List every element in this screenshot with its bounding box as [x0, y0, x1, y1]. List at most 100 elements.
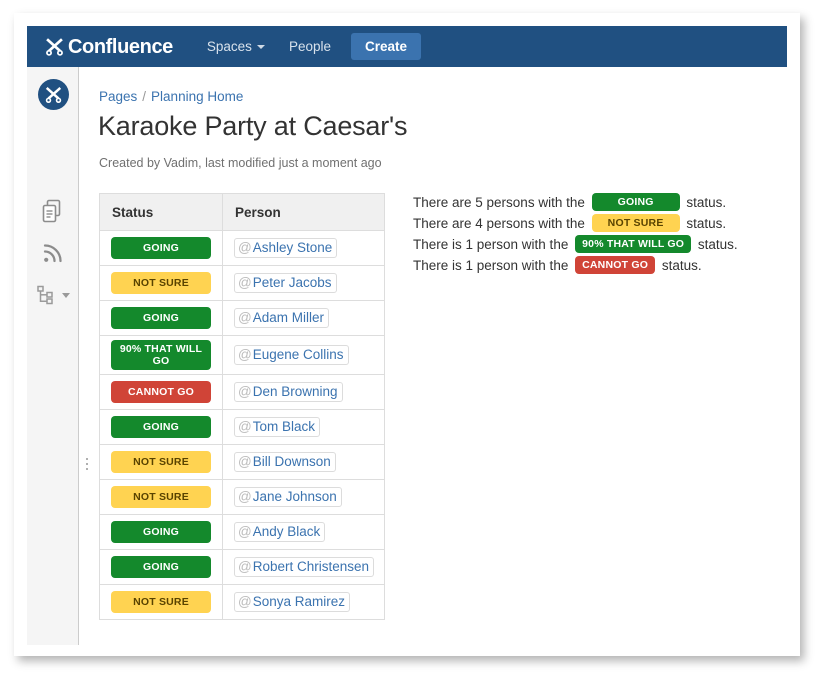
cell-status: NOT SURE	[99, 479, 223, 516]
status-table-wrapper: Status Person GOING @Ashley Stone NOT SURE…	[99, 193, 385, 621]
user-mention-name: Sonya Ramirez	[252, 594, 346, 610]
summary-prefix: There is 1 person with the	[413, 237, 569, 252]
cell-status: NOT SURE	[99, 444, 223, 481]
page-title: Karaoke Party at Caesar's	[98, 111, 408, 141]
top-navigation-bar: Confluence Spaces People Create	[27, 26, 787, 67]
breadcrumb-item-planning-home[interactable]: Planning Home	[151, 89, 243, 104]
cell-status: NOT SURE	[99, 265, 223, 301]
summary-suffix: status.	[686, 195, 727, 210]
cell-person: @Jane Johnson	[222, 479, 385, 516]
user-mention-name: Adam Miller	[252, 310, 324, 325]
cell-status: GOING	[99, 514, 223, 551]
user-mention-name: Peter Jacobs	[252, 275, 332, 290]
user-mention[interactable]: @Bill Downson	[234, 452, 336, 473]
table-row: 90% THAT WILL GO @Eugene Collins	[99, 334, 385, 376]
cell-status: GOING	[99, 300, 223, 336]
column-header-person: Person	[222, 193, 385, 231]
cell-status: GOING	[99, 409, 223, 446]
drag-dot	[86, 463, 88, 465]
sidebar-item-pages[interactable]	[27, 199, 79, 224]
cell-person: @Robert Christensen	[222, 549, 385, 586]
summary-suffix: status.	[686, 216, 727, 231]
summary-status-badge[interactable]: CANNOT GO	[575, 256, 656, 275]
nav-item-people[interactable]: People	[277, 26, 343, 67]
user-mention[interactable]: @Jane Johnson	[234, 487, 342, 508]
nav-item-spaces-label: Spaces	[206, 39, 252, 54]
user-mention[interactable]: @Den Browning	[234, 382, 343, 403]
user-mention[interactable]: @Tom Black	[234, 417, 320, 438]
status-badge[interactable]: 90% THAT WILL GO	[111, 340, 211, 371]
summary-prefix: There are 4 persons with the	[413, 216, 585, 231]
at-symbol-icon: @	[238, 240, 252, 255]
cell-person: @Eugene Collins	[222, 334, 385, 376]
nav-item-spaces[interactable]: Spaces	[195, 26, 277, 67]
at-symbol-icon: @	[238, 347, 252, 363]
at-symbol-icon: @	[238, 275, 252, 290]
status-badge[interactable]: NOT SURE	[111, 591, 211, 614]
at-symbol-icon: @	[238, 310, 252, 325]
status-badge[interactable]: NOT SURE	[111, 271, 211, 295]
confluence-logo-icon	[46, 38, 63, 56]
status-badge[interactable]: GOING	[111, 236, 211, 260]
breadcrumb: Pages / Planning Home	[99, 89, 243, 104]
table-body: GOING @Ashley Stone NOT SURE @Peter Jacobs G…	[99, 230, 385, 621]
summary-status-badge[interactable]: NOT SURE	[591, 214, 680, 233]
status-badge[interactable]: NOT SURE	[111, 451, 211, 474]
summary-suffix: status.	[697, 237, 738, 252]
status-badge[interactable]: NOT SURE	[111, 486, 211, 509]
user-mention[interactable]: @Adam Miller	[234, 308, 329, 328]
at-symbol-icon: @	[238, 524, 252, 540]
summary-suffix: status.	[661, 258, 702, 273]
table-row: GOING @Robert Christensen	[99, 549, 385, 586]
status-badge[interactable]: GOING	[111, 416, 211, 439]
cell-status: GOING	[99, 549, 223, 586]
cell-status: NOT SURE	[99, 584, 223, 621]
cell-status: CANNOT GO	[99, 374, 223, 411]
sidebar-item-feed[interactable]	[27, 242, 79, 264]
page-metadata: Created by Vadim, last modified just a m…	[99, 156, 382, 170]
summary-line: There is 1 person with the CANNOT GO sta…	[413, 256, 773, 276]
table-row: NOT SURE @Peter Jacobs	[99, 265, 385, 301]
status-badge[interactable]: CANNOT GO	[111, 381, 211, 404]
breadcrumb-item-pages[interactable]: Pages	[99, 89, 137, 104]
drag-dot	[86, 458, 88, 460]
user-mention-name: Eugene Collins	[252, 347, 344, 363]
create-button[interactable]: Create	[350, 33, 422, 60]
summary-line: There are 5 persons with the GOING statu…	[413, 193, 773, 213]
status-badge[interactable]: GOING	[111, 306, 211, 330]
at-symbol-icon: @	[238, 384, 252, 400]
user-mention[interactable]: @Peter Jacobs	[234, 273, 337, 293]
confluence-brand[interactable]: Confluence	[43, 26, 173, 67]
at-symbol-icon: @	[238, 419, 252, 435]
summary-status-badge[interactable]: GOING	[591, 193, 680, 212]
cell-person: @Den Browning	[222, 374, 385, 411]
summary-status-badge[interactable]: 90% THAT WILL GO	[575, 235, 692, 254]
page-tree-icon	[37, 285, 53, 305]
at-symbol-icon: @	[238, 594, 252, 610]
space-avatar[interactable]	[38, 79, 69, 110]
user-mention-name: Bill Downson	[252, 454, 331, 470]
at-symbol-icon: @	[238, 454, 252, 470]
confluence-space-avatar-icon	[45, 86, 62, 103]
drag-dot	[86, 468, 88, 470]
table-row: NOT SURE @Jane Johnson	[99, 479, 385, 516]
table-row: GOING @Andy Black	[99, 514, 385, 551]
summary-prefix: There are 5 persons with the	[413, 195, 585, 210]
status-badge[interactable]: GOING	[111, 521, 211, 544]
sidebar-item-page-tree[interactable]	[27, 285, 79, 305]
chevron-down-icon	[256, 45, 265, 50]
screenshot-root: Confluence Spaces People Create Pages / …	[0, 0, 820, 697]
cell-person: @Tom Black	[222, 409, 385, 446]
table-header-row: Status Person	[99, 193, 385, 231]
user-mention-name: Den Browning	[252, 384, 338, 400]
user-mention[interactable]: @Eugene Collins	[234, 345, 349, 366]
status-badge[interactable]: GOING	[111, 556, 211, 579]
user-mention[interactable]: @Andy Black	[234, 522, 326, 543]
chevron-down-icon	[62, 292, 70, 298]
user-mention[interactable]: @Robert Christensen	[234, 557, 375, 578]
user-mention[interactable]: @Ashley Stone	[234, 238, 338, 258]
user-mention[interactable]: @Sonya Ramirez	[234, 592, 351, 613]
table-drag-handle[interactable]	[82, 458, 92, 470]
cell-person: @Sonya Ramirez	[222, 584, 385, 621]
table-row: GOING @Ashley Stone	[99, 230, 385, 266]
